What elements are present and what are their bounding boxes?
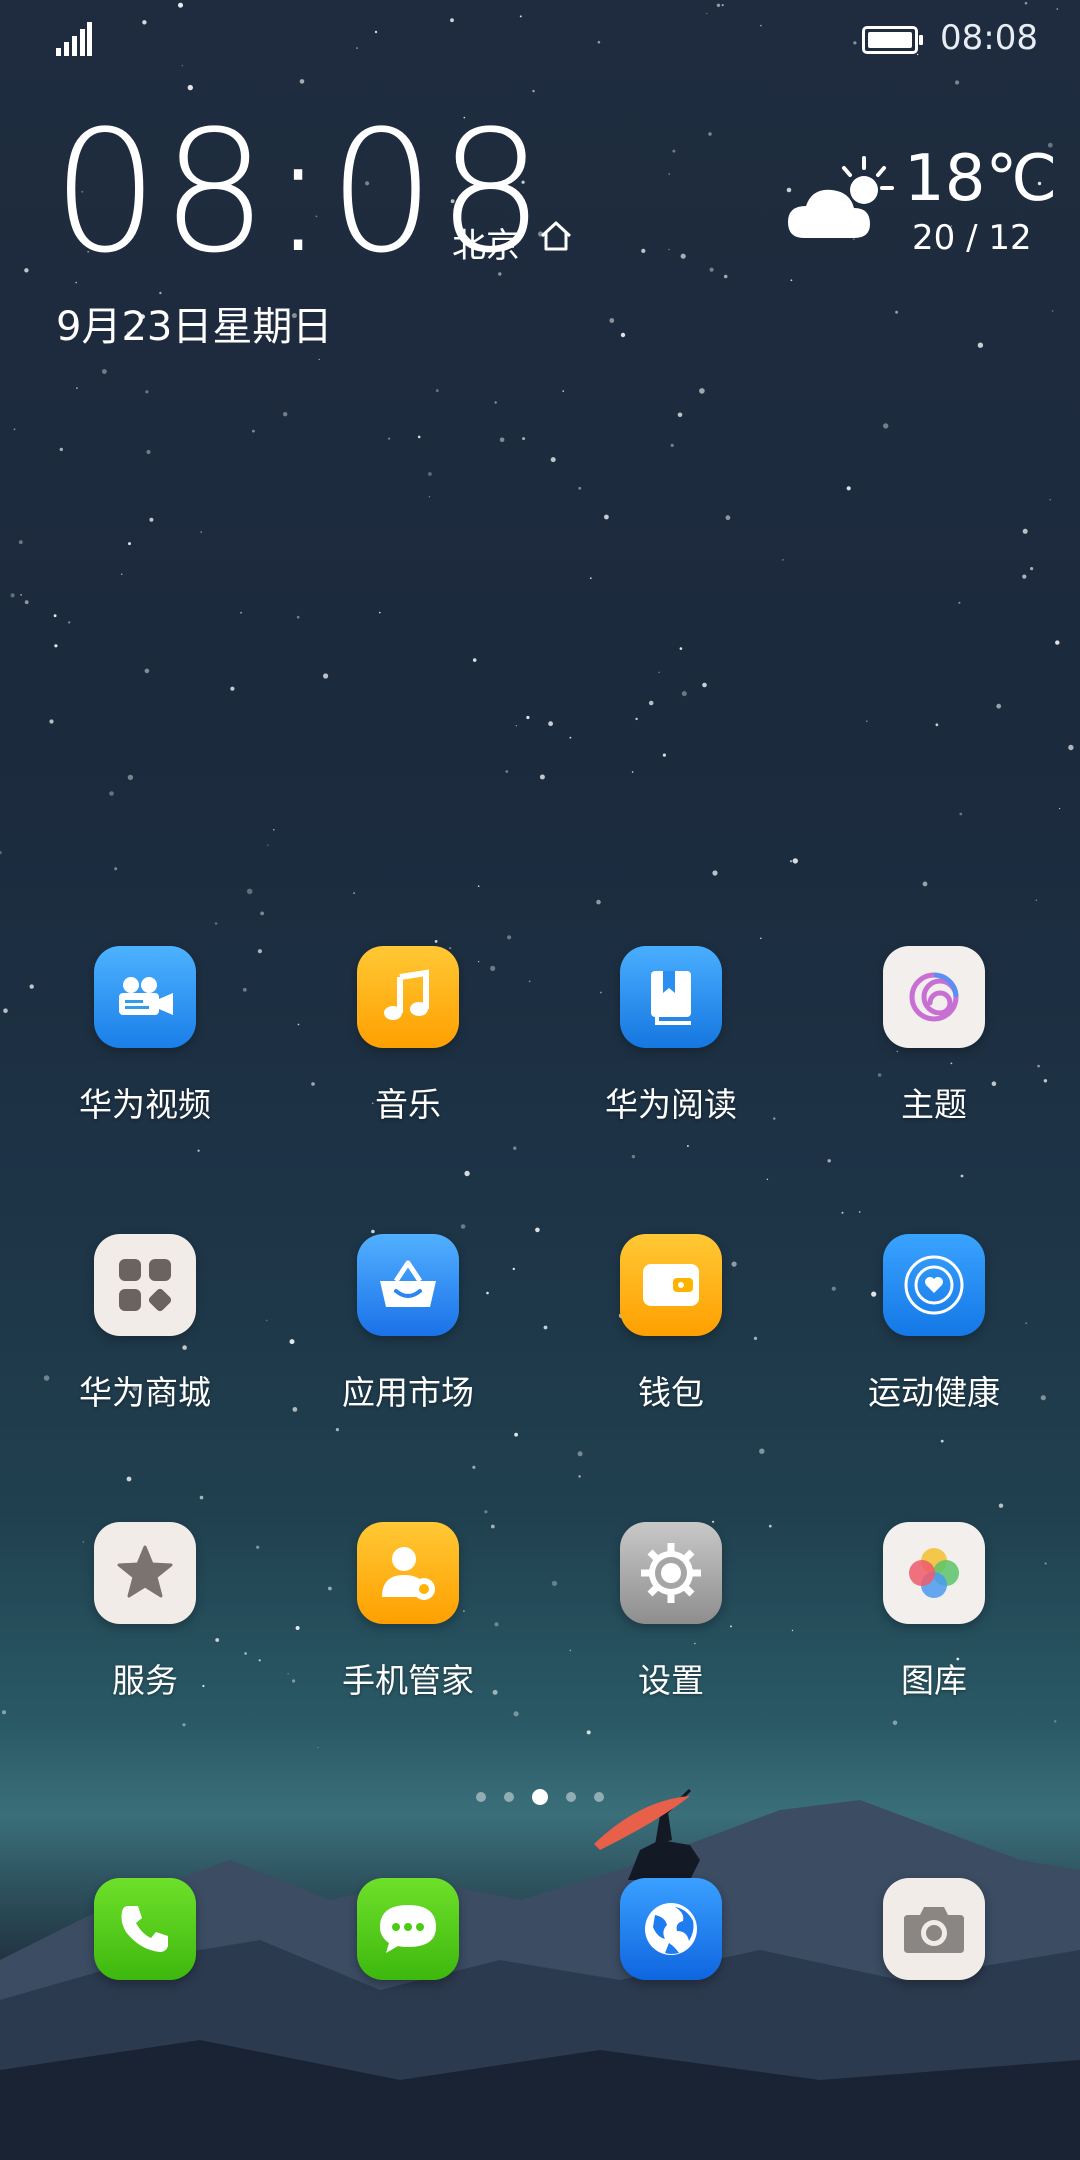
app-music[interactable]: 音乐: [298, 946, 518, 1126]
clock-city[interactable]: 北京: [452, 218, 520, 267]
app-label: 运动健康: [868, 1373, 1000, 1412]
app-settings[interactable]: 设置: [561, 1522, 781, 1702]
page-indicator[interactable]: [0, 1786, 1080, 1805]
video-camera-icon: [94, 946, 196, 1048]
app-label: 华为视频: [79, 1085, 211, 1124]
page-dot[interactable]: [504, 1791, 514, 1802]
partly-cloudy-icon[interactable]: [784, 154, 896, 246]
app-label: 华为阅读: [605, 1085, 737, 1124]
app-label: 服务: [112, 1661, 178, 1700]
browser-globe-icon[interactable]: [620, 1878, 722, 1980]
weather-temperature[interactable]: 18℃: [904, 142, 1057, 216]
petals-icon: [883, 1522, 985, 1624]
app-health[interactable]: 运动健康: [824, 1234, 1044, 1414]
battery-icon: [862, 26, 923, 54]
app-label: 音乐: [375, 1085, 441, 1124]
app-huawei-video[interactable]: 华为视频: [35, 946, 255, 1126]
wallet-icon: [620, 1234, 722, 1336]
signal-strength-icon: [56, 22, 92, 56]
app-wallet[interactable]: 钱包: [561, 1234, 781, 1414]
home-city-icon: [540, 221, 572, 251]
page-dot[interactable]: [476, 1791, 486, 1802]
music-note-icon: [357, 946, 459, 1048]
basket-icon: [357, 1234, 459, 1336]
store-grid-icon: [94, 1234, 196, 1336]
clock-date[interactable]: 9月23日星期日: [56, 294, 332, 352]
app-themes[interactable]: 主题: [824, 946, 1044, 1126]
app-label: 华为商城: [79, 1373, 211, 1412]
app-services[interactable]: 服务: [35, 1522, 255, 1702]
user-gear-icon: [357, 1522, 459, 1624]
message-icon[interactable]: [357, 1878, 459, 1980]
gear-icon: [620, 1522, 722, 1624]
page-dot[interactable]: [566, 1791, 576, 1802]
phone-icon[interactable]: [94, 1878, 196, 1980]
app-label: 应用市场: [342, 1373, 474, 1412]
app-label: 钱包: [638, 1373, 704, 1412]
page-dot[interactable]: [594, 1791, 604, 1802]
app-appgallery[interactable]: 应用市场: [298, 1234, 518, 1414]
status-bar: 08:08: [0, 0, 1080, 80]
heart-ring-icon: [883, 1234, 985, 1336]
app-gallery[interactable]: 图库: [824, 1522, 1044, 1702]
app-label: 设置: [638, 1661, 704, 1700]
theme-swirl-icon: [883, 946, 985, 1048]
weather-temperature-range: 20 / 12: [912, 218, 1032, 258]
app-phone-manager[interactable]: 手机管家: [298, 1522, 518, 1702]
star-icon: [94, 1522, 196, 1624]
status-bar-time: 08:08: [940, 18, 1038, 58]
app-huawei-reading[interactable]: 华为阅读: [561, 946, 781, 1126]
app-label: 手机管家: [342, 1661, 474, 1700]
page-dot-active[interactable]: [532, 1788, 548, 1805]
app-label: 图库: [901, 1661, 967, 1700]
camera-icon[interactable]: [883, 1878, 985, 1980]
app-label: 主题: [901, 1085, 967, 1124]
book-icon: [620, 946, 722, 1048]
app-huawei-store[interactable]: 华为商城: [35, 1234, 255, 1414]
